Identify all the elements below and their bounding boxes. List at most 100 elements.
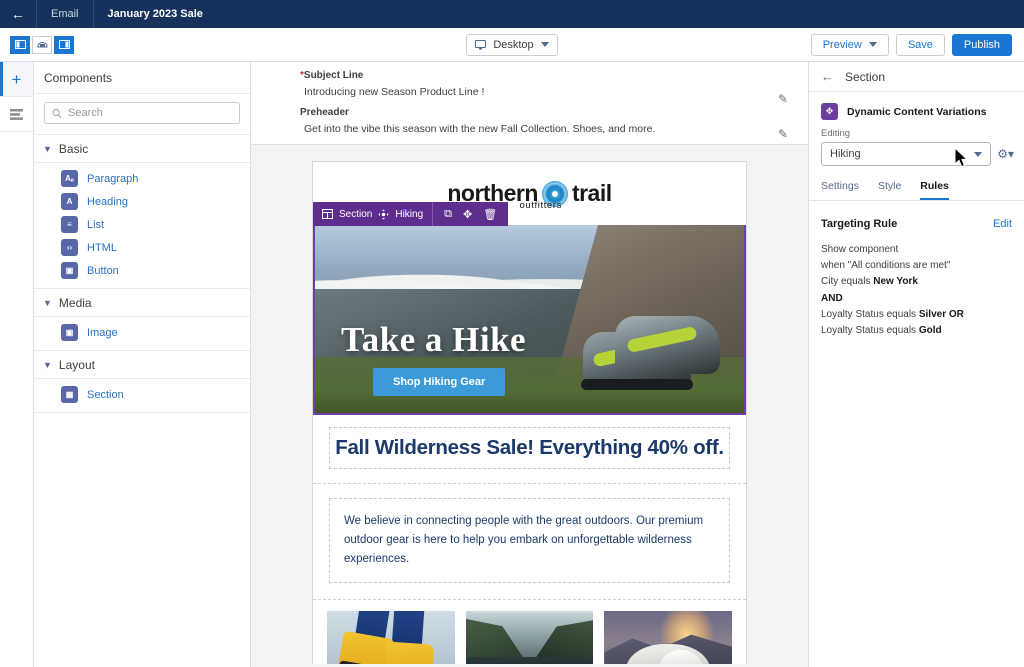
component-item-button[interactable]: ▣ Button [34, 259, 250, 282]
section-selection-toolbar: Section Hiking ⧉ ✥ 🗑 [313, 202, 508, 226]
image-icon: ▣ [61, 324, 78, 341]
panel-toggle-group [0, 36, 74, 54]
section-icon: ▦ [61, 386, 78, 403]
thumbnail-kayak-fjord[interactable] [466, 611, 594, 664]
copy-icon[interactable]: ⧉ [444, 208, 452, 221]
left-icon-rail: + [0, 62, 34, 667]
chevron-down-icon [869, 42, 877, 47]
plus-icon: + [12, 71, 22, 88]
panel-right-icon [59, 40, 70, 49]
rule-line: AND [821, 291, 1012, 307]
group-header-basic[interactable]: ▼ Basic [34, 135, 250, 163]
tab-rules[interactable]: Rules [920, 180, 949, 200]
targeting-rule-title: Targeting Rule [821, 218, 897, 230]
hero-cta-button[interactable]: Shop Hiking Gear [373, 368, 505, 396]
body-text-block[interactable]: We believe in connecting people with the… [313, 484, 746, 600]
editor-toolbar: Desktop Preview Save Publish [0, 28, 1024, 62]
monitor-icon [475, 40, 486, 50]
edit-preheader-icon[interactable]: ✎ [778, 127, 788, 141]
variation-select-value: Hiking [830, 148, 861, 160]
component-item-html[interactable]: ‹› HTML [34, 236, 250, 259]
group-label-layout: Layout [59, 358, 95, 372]
rule-line: City equals New York [821, 274, 1012, 290]
logo-word-trail: trail [572, 180, 612, 207]
toggle-right-panel-button[interactable] [54, 36, 74, 54]
toggle-left-panel-button[interactable] [10, 36, 30, 54]
search-input[interactable] [68, 107, 232, 119]
list-icon: ≡ [61, 216, 78, 233]
rail-item-layers[interactable] [0, 97, 33, 132]
hero-image-block[interactable]: Take a Hike Shop Hiking Gear [313, 225, 746, 415]
editing-select-row: Hiking ⚙▾ [809, 142, 1024, 166]
gear-icon[interactable]: ⚙▾ [997, 147, 1014, 161]
dynamic-content-variations-header: ✥ Dynamic Content Variations [809, 92, 1024, 128]
logo-subtitle: outfitters [520, 200, 562, 211]
thumbnail-tent-sunset[interactable] [604, 611, 732, 664]
preheader-value[interactable]: Get into the vibe this season with the n… [300, 123, 792, 135]
global-header: ← Email January 2023 Sale [0, 0, 1024, 28]
toggle-preview-mode-button[interactable] [32, 36, 52, 54]
section-icon [322, 209, 333, 219]
component-label: Button [87, 265, 119, 277]
variation-icon: ✥ [821, 103, 838, 120]
targeting-rule-body: Show component when "All conditions are … [809, 230, 1024, 339]
component-item-heading[interactable]: A Heading [34, 190, 250, 213]
group-body-media: ▣ Image [34, 317, 250, 351]
chevron-down-icon [541, 42, 549, 47]
edit-rule-link[interactable]: Edit [993, 218, 1012, 230]
publish-button[interactable]: Publish [952, 34, 1012, 56]
trash-icon[interactable]: 🗑 [483, 208, 497, 221]
email-builder-app: ← Email January 2023 Sale [0, 0, 1024, 667]
component-item-section[interactable]: ▦ Section [34, 383, 250, 406]
sale-headline-text: Fall Wilderness Sale! Everything 40% off… [329, 427, 730, 469]
group-header-media[interactable]: ▼ Media [34, 289, 250, 317]
thumbnail-yellow-boots[interactable] [327, 611, 455, 664]
email-meta-fields: *Subject Line Introducing new Season Pro… [251, 62, 808, 145]
group-label-basic: Basic [59, 142, 88, 156]
device-selector-label: Desktop [493, 39, 533, 51]
rail-item-add-components[interactable]: + [0, 62, 33, 97]
tab-style[interactable]: Style [878, 180, 901, 200]
properties-panel: ← Section ✥ Dynamic Content Variations E… [808, 62, 1024, 667]
save-button[interactable]: Save [896, 34, 945, 56]
back-button[interactable]: ← [0, 0, 36, 28]
group-header-layout[interactable]: ▼ Layout [34, 351, 250, 379]
components-search-wrap [34, 94, 250, 135]
panel-left-icon [15, 40, 26, 49]
sale-headline-block[interactable]: Fall Wilderness Sale! Everything 40% off… [313, 415, 746, 484]
mouse-cursor [954, 147, 970, 169]
dcv-label: Dynamic Content Variations [847, 106, 986, 118]
chevron-down-icon: ▼ [43, 360, 52, 370]
component-item-paragraph[interactable]: Aₐ Paragraph [34, 167, 250, 190]
edit-subject-icon[interactable]: ✎ [778, 92, 788, 106]
component-label: HTML [87, 242, 117, 254]
arrow-left-icon[interactable]: ← [821, 69, 834, 84]
properties-header: ← Section [809, 62, 1024, 92]
move-icon[interactable]: ✥ [463, 208, 472, 221]
component-item-image[interactable]: ▣ Image [34, 321, 250, 344]
email-logo-band: northern trail outfitters Section [313, 162, 746, 225]
search-box[interactable] [44, 102, 240, 124]
layers-icon [10, 109, 23, 120]
heading-icon: A [61, 193, 78, 210]
component-label: Image [87, 327, 118, 339]
components-panel: Components ▼ Basic Aₐ Paragraph A Headin… [34, 62, 251, 667]
section-variation-label: Hiking [395, 209, 423, 220]
section-toolbar-info: Section Hiking [313, 209, 432, 220]
app-name: Email [37, 0, 93, 28]
tab-settings[interactable]: Settings [821, 180, 859, 200]
canvas-scroll[interactable]: northern trail outfitters Section [251, 145, 808, 664]
image-gallery-block[interactable] [313, 600, 746, 664]
subject-line-value[interactable]: Introducing new Season Product Line ! [300, 86, 792, 98]
targeting-rule-header: Targeting Rule Edit [809, 201, 1024, 230]
group-body-basic: Aₐ Paragraph A Heading ≡ List ‹› HTML ▣ … [34, 163, 250, 289]
body-paragraph: We believe in connecting people with the… [329, 498, 730, 583]
component-item-list[interactable]: ≡ List [34, 213, 250, 236]
preheader-label: Preheader [300, 107, 792, 118]
device-selector[interactable]: Desktop [466, 34, 557, 56]
chevron-down-icon: ▼ [43, 144, 52, 154]
component-label: Heading [87, 196, 128, 208]
paragraph-icon: Aₐ [61, 170, 78, 187]
preview-button[interactable]: Preview [811, 34, 889, 56]
button-icon: ▣ [61, 262, 78, 279]
